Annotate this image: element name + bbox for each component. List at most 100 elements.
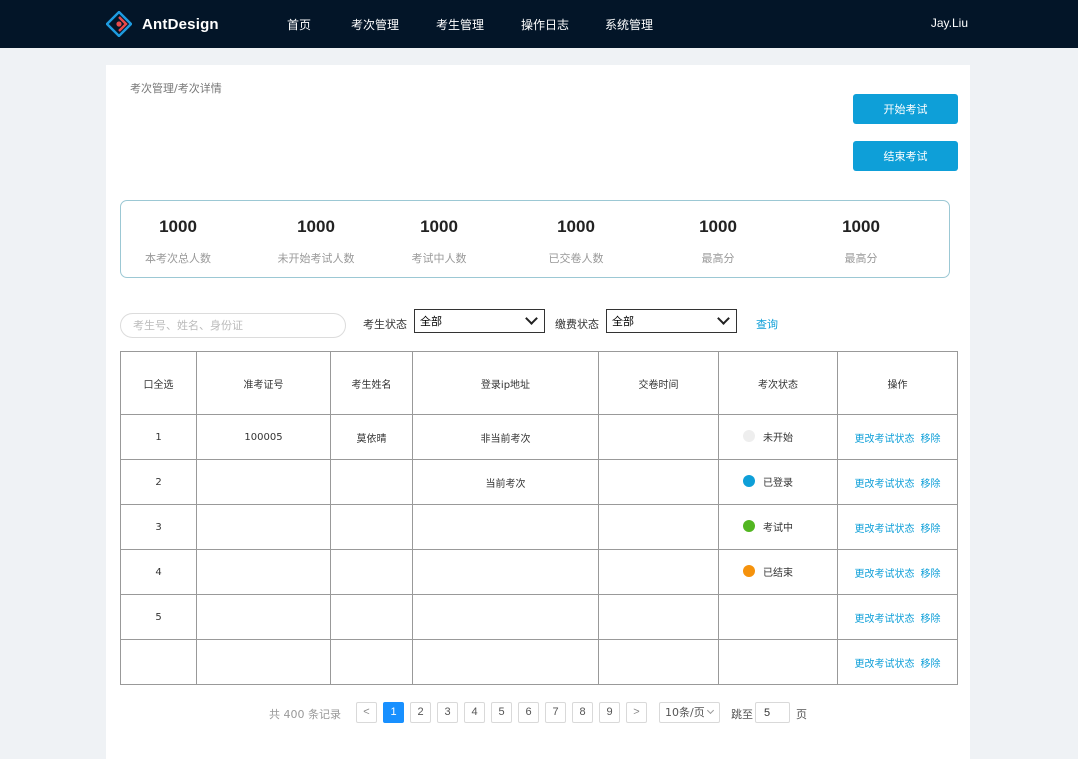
remove-link[interactable]: 移除 xyxy=(921,479,941,490)
session-status: 未开始 xyxy=(718,414,838,460)
ticket-number xyxy=(196,639,331,685)
submit-time xyxy=(598,549,719,595)
page-button-6[interactable]: 6 xyxy=(518,702,539,723)
change-exam-status-link[interactable]: 更改考试状态 xyxy=(855,479,915,490)
row-actions: 更改考试状态 移除 xyxy=(837,594,958,640)
column-header-session-status: 考次状态 xyxy=(718,351,838,415)
status-dot-icon xyxy=(743,475,755,488)
stat-submitted: 1000 已交卷人数 xyxy=(511,217,641,266)
page-button-5[interactable]: 5 xyxy=(491,702,512,723)
page-button-7[interactable]: 7 xyxy=(545,702,566,723)
ticket-number xyxy=(196,549,331,595)
breadcrumb: 考次管理/考次详情 xyxy=(130,80,222,96)
change-exam-status-link[interactable]: 更改考试状态 xyxy=(855,569,915,580)
session-status: 考试中 xyxy=(718,504,838,550)
table-row: 1 100005 莫依晴 非当前考次 未开始 更改考试状态 移除 xyxy=(120,414,958,460)
login-ip: 当前考次 xyxy=(412,459,599,505)
status-badge: 已结束 xyxy=(743,564,813,579)
page-button-4[interactable]: 4 xyxy=(464,702,485,723)
stat-value: 1000 xyxy=(557,217,595,236)
change-exam-status-link[interactable]: 更改考试状态 xyxy=(855,614,915,625)
change-exam-status-link[interactable]: 更改考试状态 xyxy=(855,434,915,445)
start-exam-button[interactable]: 开始考试 xyxy=(853,94,958,124)
status-text: 未开始 xyxy=(763,432,793,444)
nav-item-candidate-management[interactable]: 考生管理 xyxy=(436,16,484,33)
page-size-value: 10条/页 xyxy=(665,706,705,719)
stat-highest-score-2: 1000 最高分 xyxy=(796,217,926,266)
payment-status-label: 缴费状态 xyxy=(555,318,599,331)
top-navigation-bar: AntDesign 首页 考次管理 考生管理 操作日志 系统管理 Jay.Liu xyxy=(0,0,1078,48)
page-button-2[interactable]: 2 xyxy=(410,702,431,723)
row-actions: 更改考试状态 移除 xyxy=(837,414,958,460)
stat-label: 未开始考试人数 xyxy=(277,252,355,265)
status-badge: 已登录 xyxy=(743,474,813,489)
total-records: 共 400 条记录 xyxy=(269,708,341,721)
select-all-checkbox[interactable]: 口全选 xyxy=(120,351,197,415)
row-number: 1 xyxy=(120,414,197,460)
table-row: 2 当前考次 已登录 更改考试状态 移除 xyxy=(120,459,958,505)
page-button-8[interactable]: 8 xyxy=(572,702,593,723)
remove-link[interactable]: 移除 xyxy=(921,614,941,625)
stat-label: 已交卷人数 xyxy=(548,252,604,265)
exam-status-label: 考生状态 xyxy=(363,318,407,331)
login-ip xyxy=(412,639,599,685)
stat-label: 最高分 xyxy=(844,252,878,265)
session-status xyxy=(718,594,838,640)
row-number xyxy=(120,639,197,685)
page-button-9[interactable]: 9 xyxy=(599,702,620,723)
prev-page-button[interactable]: < xyxy=(356,702,377,723)
stat-label: 最高分 xyxy=(701,252,735,265)
user-name[interactable]: Jay.Liu xyxy=(931,16,968,30)
status-dot-icon xyxy=(743,520,755,533)
next-page-button[interactable]: > xyxy=(626,702,647,723)
stat-in-exam: 1000 考试中人数 xyxy=(374,217,504,266)
jump-to-page-input[interactable] xyxy=(755,702,790,723)
stat-label: 考试中人数 xyxy=(411,252,467,265)
row-actions: 更改考试状态 移除 xyxy=(837,639,958,685)
nav-item-system-management[interactable]: 系统管理 xyxy=(605,16,653,33)
status-dot-icon xyxy=(743,565,755,578)
change-exam-status-link[interactable]: 更改考试状态 xyxy=(855,524,915,535)
brand-logo[interactable]: AntDesign xyxy=(105,10,219,38)
row-number: 5 xyxy=(120,594,197,640)
column-header-ticket-number: 准考证号 xyxy=(196,351,331,415)
change-exam-status-link[interactable]: 更改考试状态 xyxy=(855,659,915,670)
stat-total-candidates: 1000 本考次总人数 xyxy=(113,217,243,266)
breadcrumb-parent[interactable]: 考次管理 xyxy=(130,82,174,95)
main-content-card: 考次管理/考次详情 开始考试 结束考试 1000 本考次总人数 1000 未开始… xyxy=(106,65,970,759)
column-header-submit-time: 交卷时间 xyxy=(598,351,719,415)
payment-status-select[interactable]: 全部 xyxy=(606,309,737,333)
candidate-name: 莫依晴 xyxy=(330,414,413,460)
remove-link[interactable]: 移除 xyxy=(921,524,941,535)
page-button-3[interactable]: 3 xyxy=(437,702,458,723)
submit-time xyxy=(598,639,719,685)
login-ip: 非当前考次 xyxy=(412,414,599,460)
table-row: 更改考试状态 移除 xyxy=(120,639,958,685)
table-row: 3 考试中 更改考试状态 移除 xyxy=(120,504,958,550)
remove-link[interactable]: 移除 xyxy=(921,434,941,445)
row-actions: 更改考试状态 移除 xyxy=(837,549,958,595)
query-button[interactable]: 查询 xyxy=(756,316,778,332)
exam-status-select-value: 全部 xyxy=(420,315,442,328)
stat-value: 1000 xyxy=(159,217,197,236)
candidate-name xyxy=(330,594,413,640)
remove-link[interactable]: 移除 xyxy=(921,659,941,670)
candidate-name xyxy=(330,549,413,595)
nav-item-home[interactable]: 首页 xyxy=(287,16,311,33)
exam-status-select[interactable]: 全部 xyxy=(414,309,545,333)
nav-item-operation-log[interactable]: 操作日志 xyxy=(521,16,569,33)
column-header-candidate-name: 考生姓名 xyxy=(330,351,413,415)
brand-name: AntDesign xyxy=(142,15,219,33)
candidate-search-input[interactable] xyxy=(120,313,346,338)
end-exam-button[interactable]: 结束考试 xyxy=(853,141,958,171)
page-size-select[interactable]: 10条/页 xyxy=(659,702,720,723)
candidate-name xyxy=(330,459,413,505)
remove-link[interactable]: 移除 xyxy=(921,569,941,580)
row-number: 2 xyxy=(120,459,197,505)
login-ip xyxy=(412,504,599,550)
page-button-1[interactable]: 1 xyxy=(383,702,404,723)
session-status xyxy=(718,639,838,685)
row-number: 3 xyxy=(120,504,197,550)
nav-item-exam-session-management[interactable]: 考次管理 xyxy=(351,16,399,33)
breadcrumb-current: 考次详情 xyxy=(177,82,222,95)
